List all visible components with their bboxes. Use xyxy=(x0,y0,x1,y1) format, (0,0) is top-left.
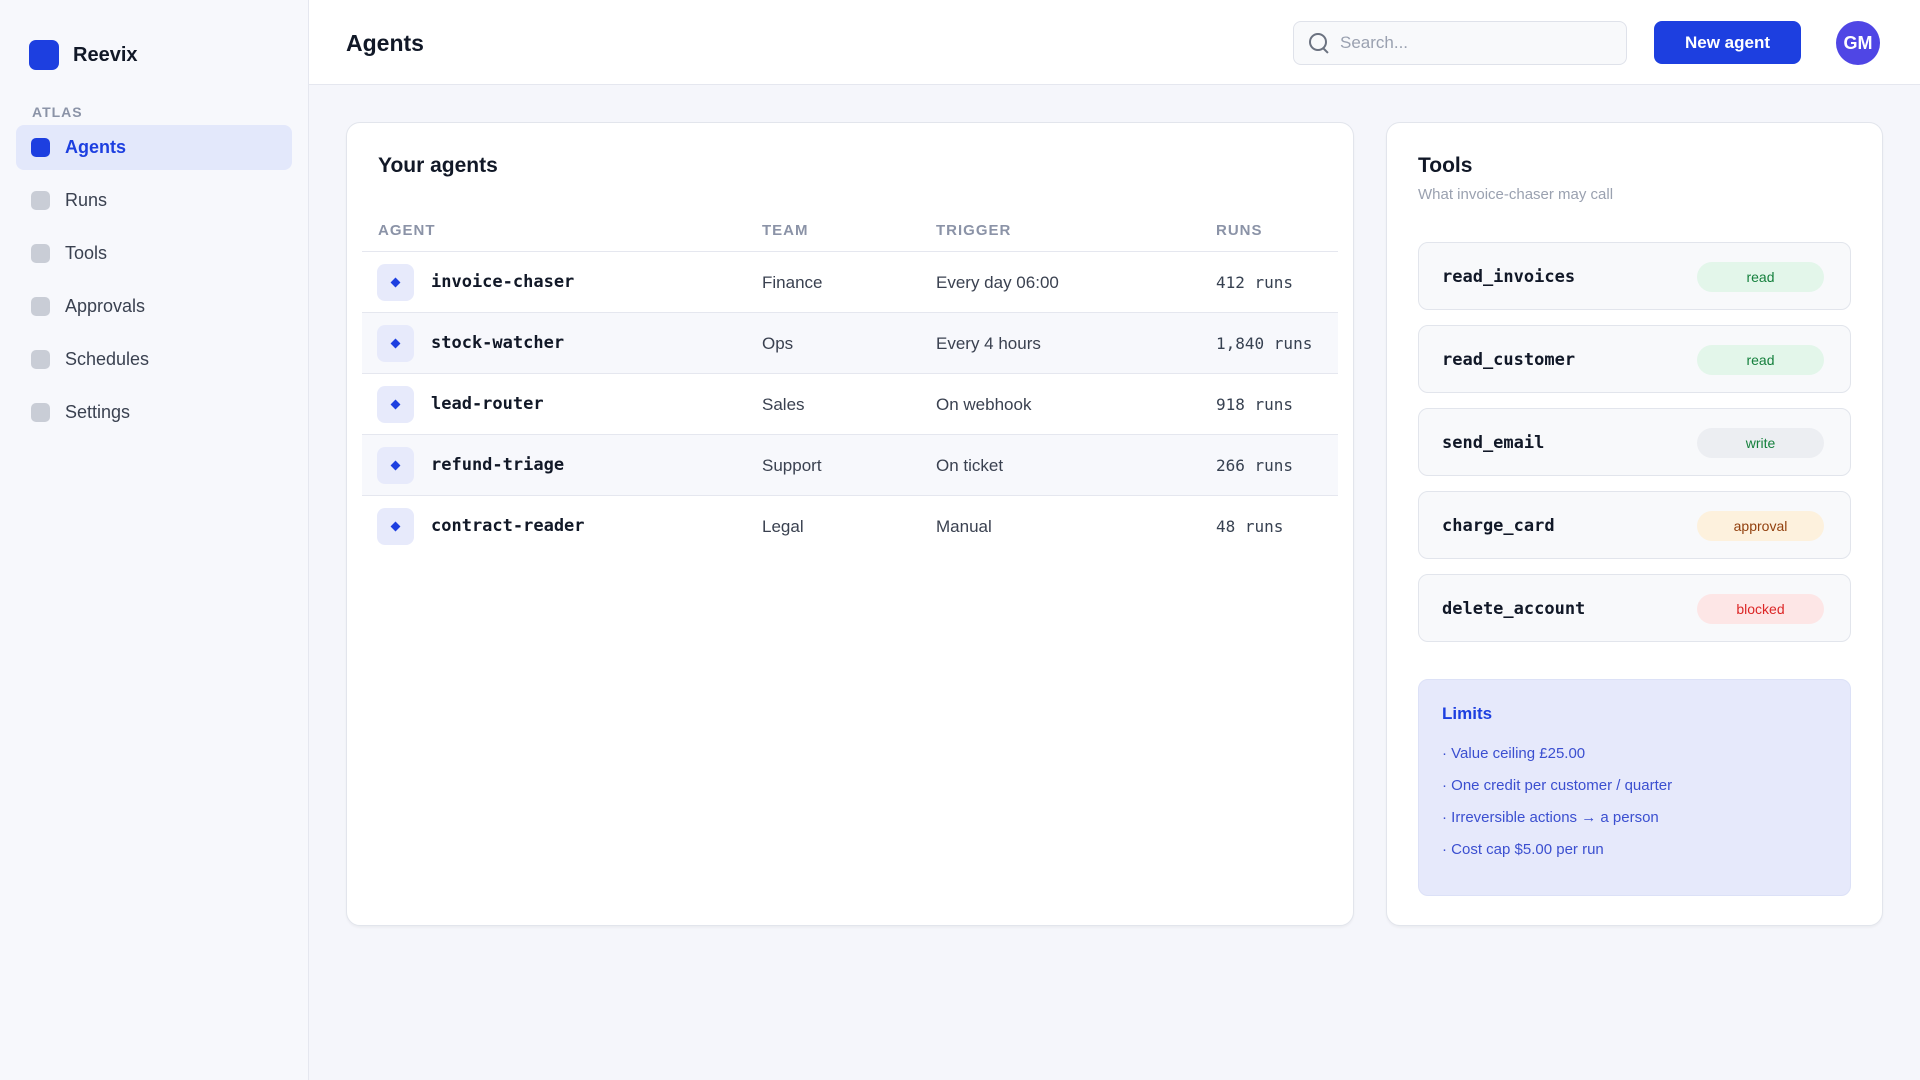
brand-name: Reevix xyxy=(73,43,138,66)
schedules-nav-icon xyxy=(31,350,50,369)
limits-panel: Limits · Value ceiling £25.00 · One cred… xyxy=(1418,679,1851,896)
tool-item[interactable]: charge_card approval xyxy=(1418,491,1851,559)
agent-name: invoice-chaser xyxy=(431,272,575,292)
agent-icon xyxy=(377,447,414,484)
agent-icon xyxy=(377,325,414,362)
tools-subtitle: What invoice-chaser may call xyxy=(1418,186,1614,203)
agent-runs: 266 runs xyxy=(1216,456,1294,475)
agents-card-title: Your agents xyxy=(378,154,498,177)
agent-runs: 412 runs xyxy=(1216,273,1294,292)
agent-trigger: Manual xyxy=(936,517,992,536)
brand[interactable]: Reevix xyxy=(0,38,308,72)
column-header-trigger: TRIGGER xyxy=(936,222,1012,239)
permission-badge: approval xyxy=(1697,511,1824,541)
logo-icon xyxy=(29,40,59,70)
permission-badge: blocked xyxy=(1697,594,1824,624)
column-header-runs: RUNS xyxy=(1216,222,1263,239)
tool-item[interactable]: read_customer read xyxy=(1418,325,1851,393)
limit-item: · Cost cap $5.00 per run xyxy=(1442,841,1604,858)
sidebar-item-agents[interactable]: Agents xyxy=(16,125,292,170)
topbar: Agents New agent GM xyxy=(309,0,1920,85)
agent-team: Finance xyxy=(762,273,823,292)
tools-card-title: Tools xyxy=(1418,154,1473,177)
limits-title: Limits xyxy=(1442,704,1493,723)
agent-trigger: On webhook xyxy=(936,395,1032,414)
sidebar: Reevix ATLAS Agents Runs Tools Approvals xyxy=(0,0,309,1080)
sidebar-item-label: Tools xyxy=(65,243,108,263)
agent-trigger: Every 4 hours xyxy=(936,334,1041,353)
agent-trigger: On ticket xyxy=(936,456,1004,475)
table-row[interactable]: invoice-chaser Finance Every day 06:00 4… xyxy=(362,252,1338,313)
agents-nav-icon xyxy=(31,138,50,157)
tool-name: read_customer xyxy=(1442,350,1576,370)
agent-trigger: Every day 06:00 xyxy=(936,273,1059,292)
page-title: Agents xyxy=(346,30,424,56)
limits-list: · Value ceiling £25.00 · One credit per … xyxy=(1442,744,1672,872)
tools-list: read_invoices read read_customer read se… xyxy=(1418,242,1851,657)
sidebar-item-runs[interactable]: Runs xyxy=(16,178,292,223)
sidebar-item-settings[interactable]: Settings xyxy=(16,390,292,435)
table-row[interactable]: refund-triage Support On ticket 266 runs xyxy=(362,435,1338,496)
sidebar-item-label: Approvals xyxy=(65,296,146,316)
runs-nav-icon xyxy=(31,191,50,210)
search-input[interactable] xyxy=(1340,33,1610,53)
agent-icon xyxy=(377,508,414,545)
tool-name: charge_card xyxy=(1442,516,1555,536)
agents-table: invoice-chaser Finance Every day 06:00 4… xyxy=(362,251,1338,557)
tools-card: Tools What invoice-chaser may call read_… xyxy=(1386,122,1883,926)
table-row[interactable]: stock-watcher Ops Every 4 hours 1,840 ru… xyxy=(362,313,1338,374)
tools-nav-icon xyxy=(31,244,50,263)
limit-item: · Irreversible actions → a person xyxy=(1442,809,1659,826)
sidebar-nav: Agents Runs Tools Approvals Schedules Se… xyxy=(0,125,308,435)
tool-name: delete_account xyxy=(1442,599,1586,619)
new-agent-button[interactable]: New agent xyxy=(1654,21,1801,64)
sidebar-item-approvals[interactable]: Approvals xyxy=(16,284,292,329)
tool-name: send_email xyxy=(1442,433,1545,453)
agent-name: lead-router xyxy=(431,394,544,414)
column-header-agent: AGENT xyxy=(378,222,436,239)
agent-runs: 1,840 runs xyxy=(1216,334,1313,353)
sidebar-item-label: Settings xyxy=(65,402,131,422)
table-row[interactable]: lead-router Sales On webhook 918 runs xyxy=(362,374,1338,435)
permission-badge: write xyxy=(1697,428,1824,458)
agent-team: Ops xyxy=(762,334,794,353)
app: Reevix ATLAS Agents Runs Tools Approvals xyxy=(0,0,1920,1080)
agent-team: Sales xyxy=(762,395,805,414)
search-icon xyxy=(1308,32,1330,54)
limit-item: · One credit per customer / quarter xyxy=(1442,777,1673,794)
agent-icon xyxy=(377,264,414,301)
permission-badge: read xyxy=(1697,345,1824,375)
agents-card: Your agents AGENT TEAM TRIGGER RUNS invo… xyxy=(346,122,1354,926)
settings-nav-icon xyxy=(31,403,50,422)
main-content: Agents New agent GM Your agents AGENT TE… xyxy=(309,0,1920,1080)
column-header-team: TEAM xyxy=(762,222,809,239)
agent-icon xyxy=(377,386,414,423)
tool-item[interactable]: send_email write xyxy=(1418,408,1851,476)
table-row[interactable]: contract-reader Legal Manual 48 runs xyxy=(362,496,1338,557)
sidebar-item-tools[interactable]: Tools xyxy=(16,231,292,276)
permission-badge: read xyxy=(1697,262,1824,292)
table-header: AGENT TEAM TRIGGER RUNS xyxy=(347,216,1353,246)
avatar[interactable]: GM xyxy=(1836,21,1880,65)
approvals-nav-icon xyxy=(31,297,50,316)
agent-name: contract-reader xyxy=(431,516,585,536)
tool-name: read_invoices xyxy=(1442,267,1576,287)
tool-item[interactable]: delete_account blocked xyxy=(1418,574,1851,642)
agent-runs: 48 runs xyxy=(1216,517,1284,536)
tool-item[interactable]: read_invoices read xyxy=(1418,242,1851,310)
limit-item: · Value ceiling £25.00 xyxy=(1442,745,1586,762)
agent-team: Support xyxy=(762,456,822,475)
agent-runs: 918 runs xyxy=(1216,395,1294,414)
sidebar-item-label: Runs xyxy=(65,190,108,210)
sidebar-section-label: ATLAS xyxy=(32,104,83,120)
agent-team: Legal xyxy=(762,517,804,536)
sidebar-item-label: Agents xyxy=(65,137,127,157)
search-box[interactable] xyxy=(1293,21,1627,65)
sidebar-item-label: Schedules xyxy=(65,349,150,369)
agent-name: refund-triage xyxy=(431,455,565,475)
sidebar-item-schedules[interactable]: Schedules xyxy=(16,337,292,382)
agent-name: stock-watcher xyxy=(431,333,565,353)
